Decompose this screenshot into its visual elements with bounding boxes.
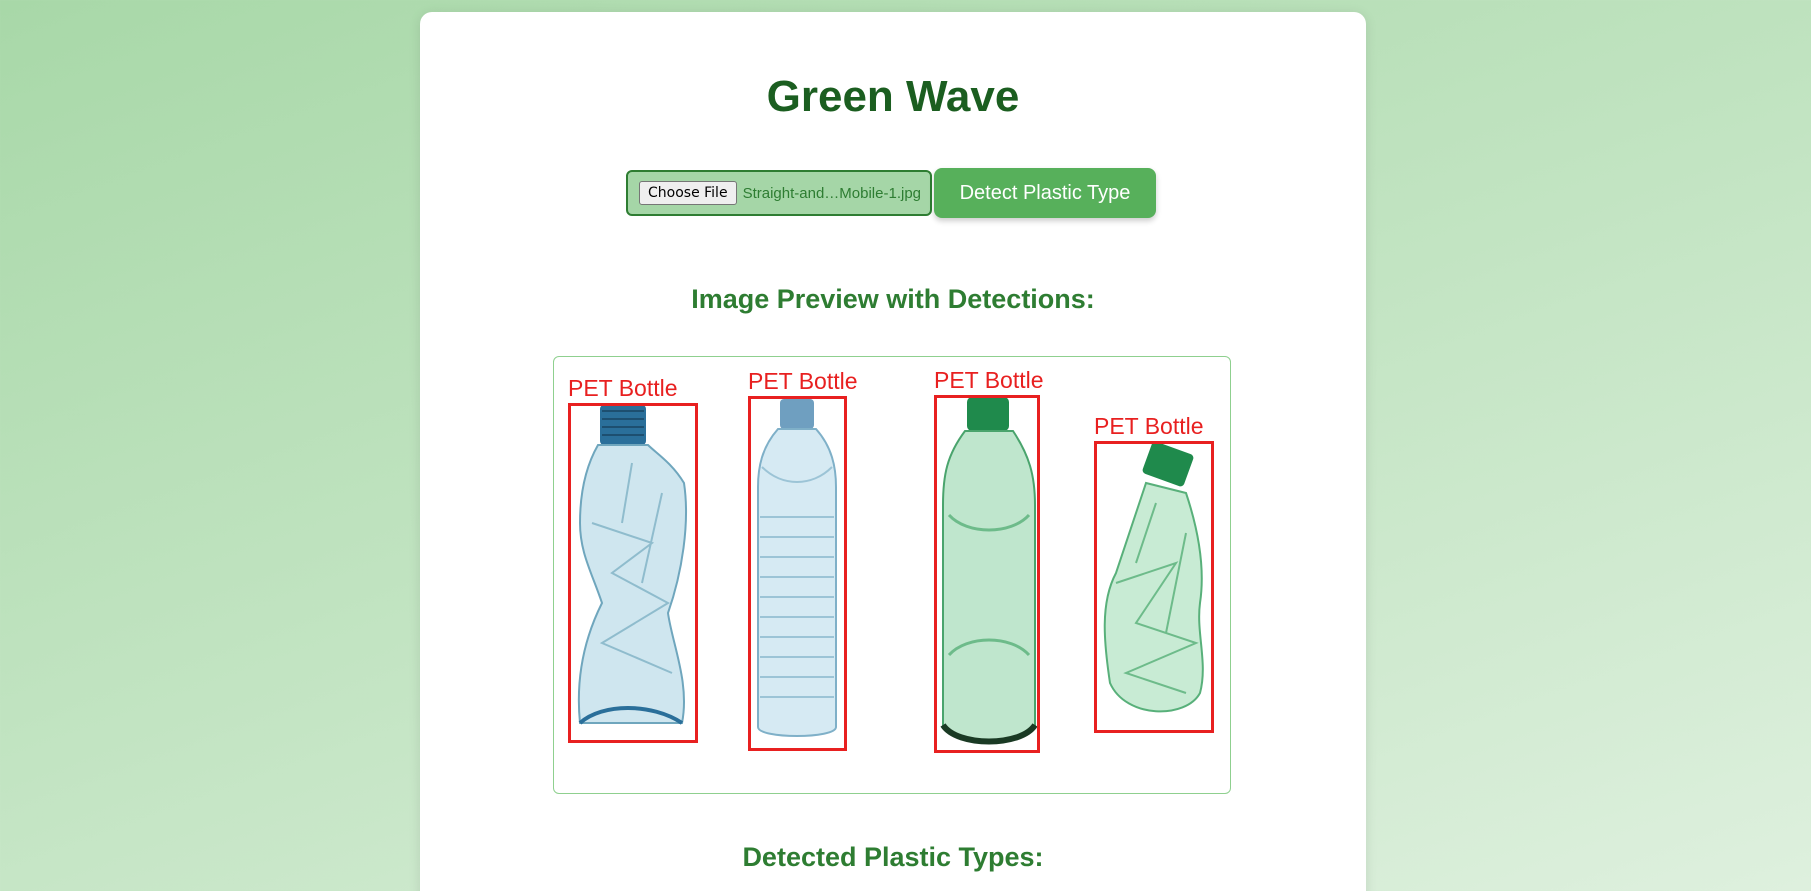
detection-box-4 — [1094, 441, 1214, 733]
selected-file-name: Straight-and…Mobile-1.jpg — [742, 184, 922, 202]
main-card: Green Wave Choose File Straight-and…Mobi… — [420, 12, 1366, 891]
upload-form: Choose File Straight-and…Mobile-1.jpg De… — [626, 168, 1156, 218]
app-title: Green Wave — [766, 72, 1020, 121]
detection-label-3: PET Bottle — [934, 367, 1044, 393]
detection-label-1: PET Bottle — [568, 375, 678, 401]
detection-label-4: PET Bottle — [1094, 413, 1204, 439]
choose-file-button[interactable]: Choose File — [639, 181, 737, 205]
file-input[interactable]: Choose File Straight-and…Mobile-1.jpg — [626, 170, 932, 216]
detect-plastic-type-button[interactable]: Detect Plastic Type — [934, 168, 1156, 218]
image-preview: PET Bottle PET Bottle PET Bottle PET Bot… — [553, 356, 1231, 794]
detection-box-1 — [568, 403, 698, 743]
preview-heading: Image Preview with Detections: — [691, 284, 1095, 314]
detection-box-3 — [934, 395, 1040, 753]
detection-box-2 — [748, 396, 847, 751]
detection-label-2: PET Bottle — [748, 368, 858, 394]
results-heading: Detected Plastic Types: — [742, 842, 1044, 872]
